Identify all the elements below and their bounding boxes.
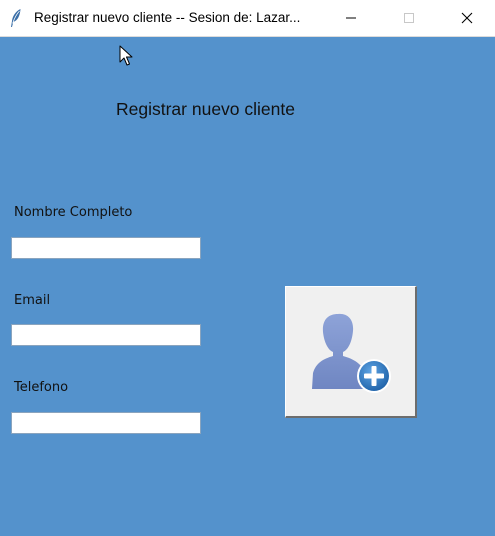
- window-title: Registrar nuevo cliente -- Sesion de: La…: [34, 10, 301, 25]
- mouse-cursor-icon: [119, 45, 133, 66]
- email-input[interactable]: [11, 324, 201, 346]
- email-label: Email: [14, 293, 51, 308]
- full-name-input[interactable]: [11, 237, 201, 259]
- feather-icon: [9, 8, 23, 28]
- add-client-button[interactable]: [285, 286, 417, 418]
- title-bar: Registrar nuevo cliente -- Sesion de: La…: [0, 0, 495, 37]
- client-area: Registrar nuevo cliente Nombre Completo …: [0, 37, 495, 536]
- phone-label: Telefono: [14, 380, 69, 395]
- phone-input[interactable]: [11, 412, 201, 434]
- close-icon: [461, 12, 473, 24]
- maximize-button[interactable]: [380, 0, 438, 36]
- minimize-button[interactable]: [322, 0, 380, 36]
- full-name-label: Nombre Completo: [14, 205, 133, 220]
- form-heading: Registrar nuevo cliente: [116, 99, 295, 119]
- close-button[interactable]: [438, 0, 495, 36]
- minimize-icon: [346, 17, 356, 19]
- add-user-icon: [312, 313, 391, 393]
- maximize-icon: [404, 13, 414, 23]
